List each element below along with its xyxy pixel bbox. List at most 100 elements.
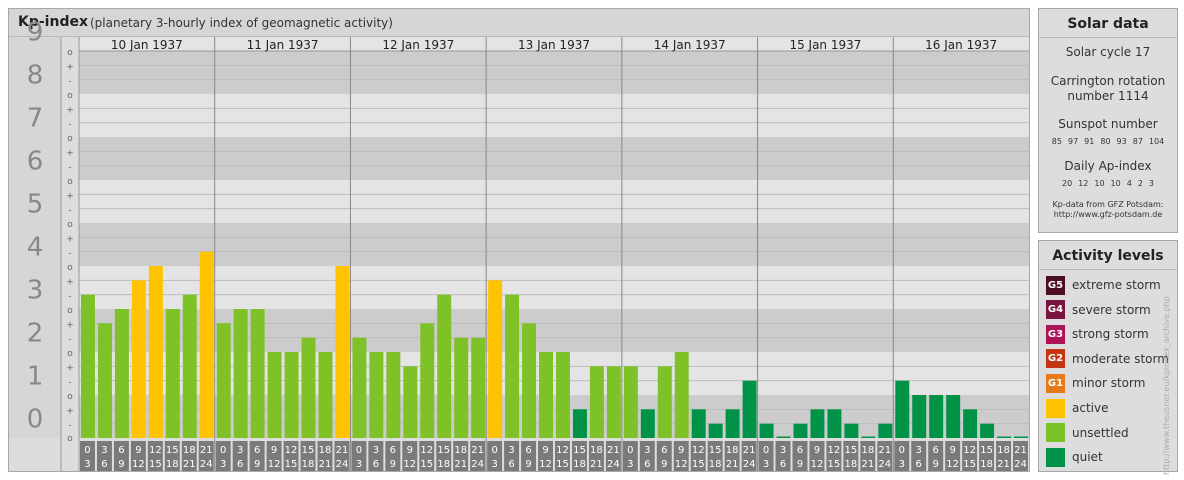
- y-tick-label: 8: [27, 61, 44, 91]
- minor-mark-label: +: [66, 234, 74, 244]
- kp-bar: [572, 409, 587, 438]
- hour-label-end: 18: [437, 459, 450, 470]
- legend-item: G1 minor storm: [1046, 373, 1145, 393]
- solar-cycle: Solar cycle 17: [1065, 45, 1151, 59]
- hour-label-start: 12: [692, 445, 705, 456]
- legend-label: moderate storm: [1072, 351, 1169, 366]
- hour-label-end: 21: [183, 459, 196, 470]
- hour-label-start: 6: [797, 445, 803, 456]
- hour-label-end: 15: [285, 459, 298, 470]
- hour-label-start: 15: [980, 445, 993, 456]
- hour-label-end: 9: [933, 459, 939, 470]
- day-label: 14 Jan 1937: [654, 38, 726, 52]
- data-credit-url: http://www.gfz-potsdam.de: [1053, 210, 1163, 219]
- legend-swatch: G3: [1046, 324, 1065, 344]
- legend-swatch: G5: [1046, 275, 1065, 295]
- kp-bar: [929, 395, 944, 438]
- kp-bar: [878, 423, 893, 438]
- legend-label: severe storm: [1072, 302, 1151, 317]
- hour-label-start: 12: [556, 445, 569, 456]
- hour-label-end: 12: [539, 459, 552, 470]
- hour-label-end: 6: [373, 459, 379, 470]
- hour-label-start: 18: [997, 445, 1010, 456]
- ap-index-value: 10: [1094, 179, 1105, 188]
- y-tick-label: 1: [27, 362, 44, 392]
- day-label: 16 Jan 1937: [925, 38, 997, 52]
- hour-label-end: 3: [491, 459, 497, 470]
- legend-label: unsettled: [1072, 425, 1129, 440]
- kp-bar: [708, 423, 723, 438]
- hour-label-end: 15: [149, 459, 162, 470]
- hour-label-end: 24: [200, 459, 213, 470]
- hour-label-start: 3: [373, 445, 379, 456]
- hour-label-end: 15: [828, 459, 841, 470]
- y-tick-label: 3: [27, 276, 44, 306]
- hour-label-start: 0: [763, 445, 769, 456]
- minor-mark-label: +: [66, 320, 74, 330]
- hour-label-end: 24: [1014, 459, 1027, 470]
- hour-label-start: 0: [220, 445, 226, 456]
- hour-label-end: 9: [797, 459, 803, 470]
- hour-label-end: 21: [319, 459, 332, 470]
- hour-label-end: 24: [471, 459, 484, 470]
- sunspot-value: 97: [1067, 137, 1079, 146]
- minor-mark-label: o: [67, 134, 73, 144]
- hour-label-start: 9: [271, 445, 277, 456]
- solar-data-heading: Solar data: [1039, 9, 1177, 38]
- kp-bar: [793, 423, 808, 438]
- hour-label-start: 15: [166, 445, 179, 456]
- minor-mark-label: o: [67, 91, 73, 101]
- hour-label-start: 12: [149, 445, 162, 456]
- minor-mark-label: o: [67, 434, 73, 444]
- sunspot-value: 104: [1148, 137, 1165, 146]
- hour-label-start: 21: [200, 445, 213, 456]
- hour-label-end: 15: [556, 459, 569, 470]
- hour-label-end: 15: [963, 459, 976, 470]
- minor-mark-label: -: [68, 249, 71, 259]
- hour-label-end: 18: [845, 459, 858, 470]
- kp-bar: [556, 352, 570, 438]
- minor-mark-label: -: [68, 335, 71, 345]
- kp-bar: [844, 423, 859, 438]
- hour-label-start: 6: [390, 445, 396, 456]
- side-credit: http://www.theusner.eu/kpindex_archive.p…: [1162, 296, 1171, 475]
- kp-bar: [589, 366, 604, 438]
- kp-bar: [352, 337, 367, 438]
- sunspot-value: 80: [1100, 137, 1111, 146]
- hour-label-start: 21: [878, 445, 891, 456]
- hour-label-end: 6: [916, 459, 922, 470]
- y-tick-label: 2: [27, 319, 44, 349]
- y-tick-label: 5: [27, 190, 44, 220]
- kp-bar: [725, 409, 740, 438]
- kp-bar: [165, 309, 180, 438]
- carrington-rotation-line2: number 1114: [1067, 89, 1149, 103]
- minor-mark-label: o: [67, 263, 73, 273]
- ap-index-value: 10: [1110, 179, 1121, 188]
- kp-bar: [471, 337, 486, 438]
- hour-label-end: 12: [403, 459, 416, 470]
- hour-label-start: 12: [828, 445, 841, 456]
- level-band: [79, 137, 1029, 180]
- y-tick-label: 7: [27, 104, 44, 134]
- hour-label-end: 9: [661, 459, 667, 470]
- legend-label: quiet: [1072, 450, 1103, 465]
- hour-label-start: 15: [709, 445, 722, 456]
- sunspot-value: 85: [1051, 137, 1062, 146]
- kp-bar: [335, 266, 350, 438]
- hour-label-end: 9: [390, 459, 396, 470]
- kp-bar: [946, 395, 961, 438]
- ap-index-value: 20: [1061, 179, 1073, 188]
- kp-bar: [759, 423, 774, 438]
- legend-swatch: G4: [1046, 300, 1065, 320]
- hour-label-start: 18: [319, 445, 332, 456]
- hour-label-end: 9: [118, 459, 124, 470]
- kp-bar: [267, 352, 282, 438]
- hour-label-end: 12: [268, 459, 281, 470]
- kp-bar: [691, 409, 706, 438]
- activity-levels-heading: Activity levels: [1039, 241, 1177, 270]
- hour-label-end: 24: [878, 459, 891, 470]
- legend-label: active: [1072, 401, 1109, 415]
- hour-label-start: 18: [183, 445, 196, 456]
- kp-bar: [182, 294, 197, 438]
- kp-bar: [488, 280, 503, 438]
